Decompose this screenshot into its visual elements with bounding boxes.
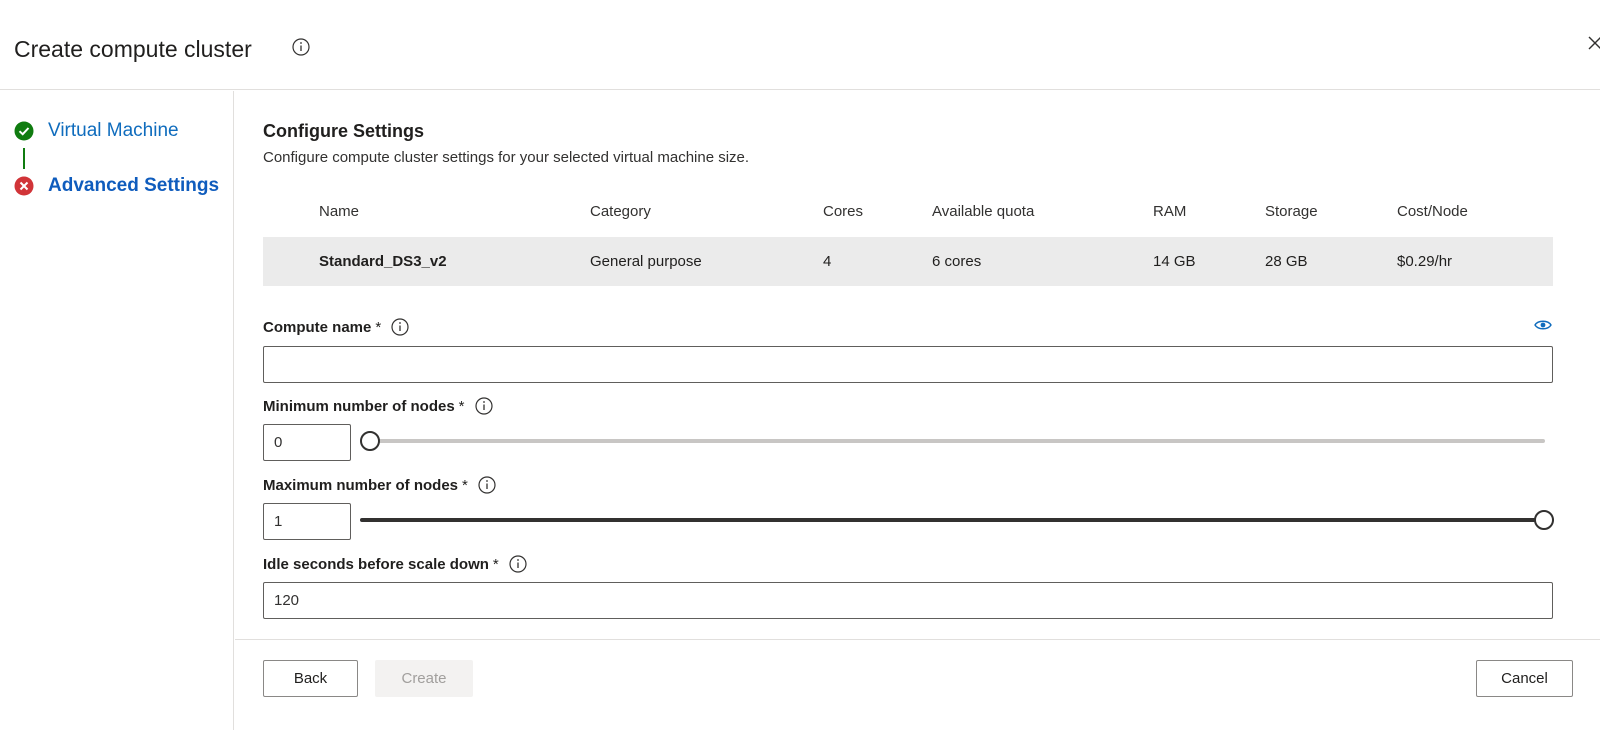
- section-description: Configure compute cluster settings for y…: [263, 149, 750, 166]
- back-button[interactable]: Back: [263, 660, 358, 697]
- slider-track: [360, 518, 1554, 522]
- label-text: Minimum number of nodes: [263, 397, 455, 415]
- step-advanced-settings[interactable]: Advanced Settings: [14, 175, 219, 197]
- min-nodes-label: Minimum number of nodes *: [263, 397, 493, 415]
- vm-size-table: Name Category Cores Available quota RAM …: [263, 189, 1553, 286]
- required-marker: *: [492, 555, 499, 573]
- cell-quota: 6 cores: [932, 253, 982, 270]
- slider-track: [360, 439, 1545, 443]
- cell-cores: 4: [823, 253, 832, 270]
- info-icon[interactable]: [391, 318, 409, 336]
- label-text: Compute name: [263, 318, 372, 336]
- page-title: Create compute cluster: [14, 36, 252, 62]
- max-nodes-input[interactable]: [263, 503, 351, 540]
- slider-thumb[interactable]: [360, 431, 380, 451]
- step-connector: [23, 148, 25, 169]
- column-header-storage: Storage: [1265, 203, 1318, 220]
- info-icon[interactable]: [478, 476, 496, 494]
- cell-name: Standard_DS3_v2: [319, 253, 447, 270]
- compute-name-input[interactable]: [263, 346, 1553, 383]
- eye-icon[interactable]: [1534, 319, 1552, 331]
- label-text: Maximum number of nodes: [263, 476, 459, 494]
- create-button[interactable]: Create: [375, 660, 473, 697]
- table-header-row: Name Category Cores Available quota RAM …: [263, 189, 1553, 237]
- settings-panel: Configure Settings Configure compute clu…: [235, 91, 1600, 639]
- table-row: Standard_DS3_v2 General purpose 4 6 core…: [263, 237, 1553, 286]
- cell-ram: 14 GB: [1153, 253, 1196, 270]
- panel-footer: Back Create Cancel: [235, 639, 1600, 730]
- section-title: Configure Settings: [263, 121, 424, 141]
- info-icon[interactable]: [474, 397, 493, 415]
- step-label: Virtual Machine: [48, 120, 179, 141]
- cell-storage: 28 GB: [1265, 253, 1308, 270]
- label-text: Idle seconds before scale down: [263, 555, 489, 573]
- cancel-button[interactable]: Cancel: [1476, 660, 1573, 697]
- min-nodes-slider[interactable]: [360, 431, 1545, 451]
- max-nodes-label: Maximum number of nodes *: [263, 476, 496, 494]
- compute-name-label: Compute name *: [263, 318, 409, 336]
- cell-category: General purpose: [590, 253, 702, 270]
- slider-thumb[interactable]: [1534, 510, 1554, 530]
- column-header-category: Category: [590, 203, 651, 220]
- info-icon[interactable]: [292, 38, 310, 56]
- required-marker: *: [375, 318, 382, 336]
- close-icon[interactable]: [1588, 34, 1600, 54]
- panel-header: Create compute cluster: [0, 0, 1600, 90]
- column-header-cost: Cost/Node: [1397, 203, 1468, 220]
- step-label: Advanced Settings: [48, 175, 220, 196]
- check-circle-icon: [14, 121, 34, 141]
- step-virtual-machine[interactable]: Virtual Machine: [14, 120, 179, 142]
- required-marker: *: [462, 476, 468, 494]
- max-nodes-slider[interactable]: [360, 510, 1554, 530]
- idle-seconds-label: Idle seconds before scale down *: [263, 555, 527, 573]
- column-header-name: Name: [319, 203, 360, 220]
- required-marker: *: [458, 397, 465, 415]
- wizard-stepper: Virtual Machine Advanced Settings: [0, 91, 234, 730]
- cell-cost: $0.29/hr: [1397, 253, 1453, 270]
- column-header-cores: Cores: [823, 203, 864, 220]
- info-icon[interactable]: [509, 555, 527, 573]
- column-header-ram: RAM: [1153, 203, 1187, 220]
- idle-seconds-input[interactable]: [263, 582, 1553, 619]
- column-header-quota: Available quota: [932, 203, 1035, 220]
- min-nodes-input[interactable]: [263, 424, 351, 461]
- error-circle-icon: [14, 176, 34, 196]
